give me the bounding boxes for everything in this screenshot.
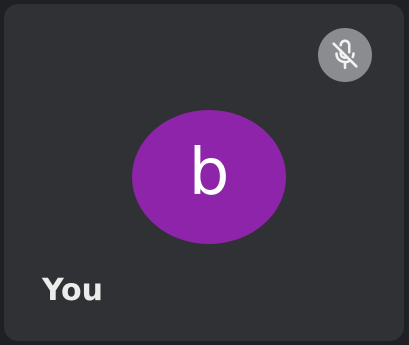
participant-name: You xyxy=(42,273,103,308)
participant-tile[interactable]: b You xyxy=(4,4,404,341)
avatar-initial: b xyxy=(188,136,230,210)
mic-off-icon xyxy=(332,39,358,70)
mic-muted-indicator xyxy=(318,28,372,82)
avatar: b xyxy=(132,110,286,244)
